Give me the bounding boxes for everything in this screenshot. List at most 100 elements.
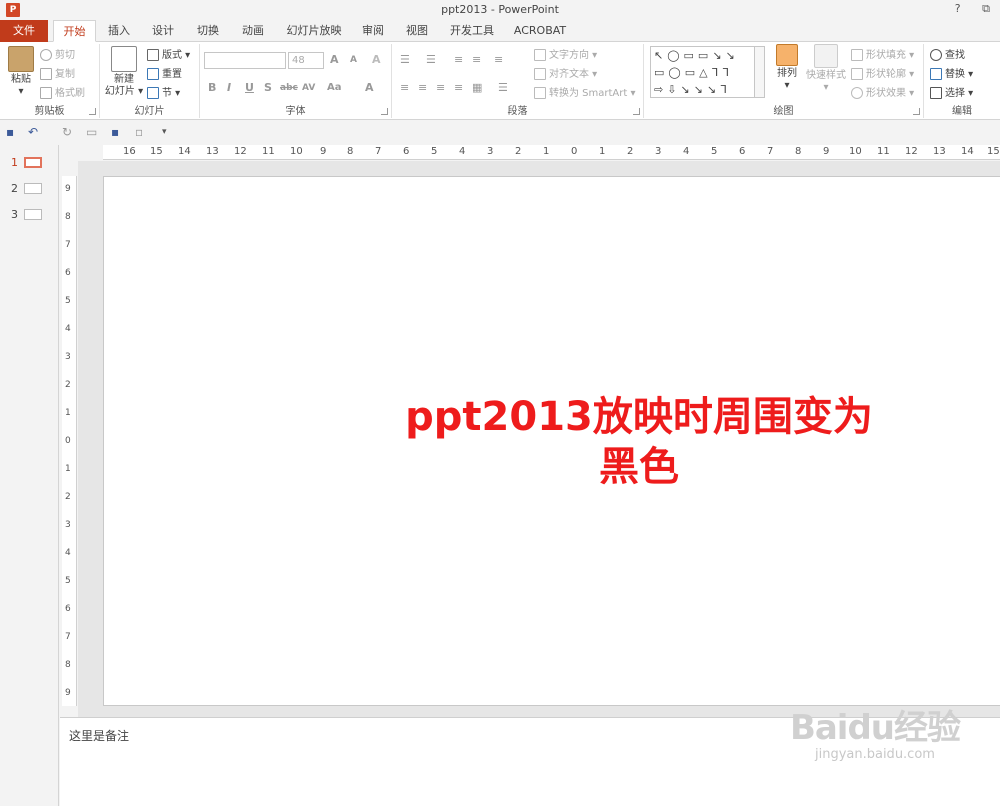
paragraph-launcher-icon[interactable]	[633, 108, 640, 115]
tab-acrobat[interactable]: ACROBAT	[508, 20, 572, 42]
slide-title-line-2: 黑色	[599, 444, 679, 490]
smartart-button[interactable]: 转换为 SmartArt ▾	[534, 86, 636, 102]
ribbon: 粘贴 ▾ 剪切 复制 格式刷 剪贴板 新建 幻灯片 ▾ 版式 ▾ 重置 节 ▾ 幻灯…	[0, 42, 1000, 120]
arrange-button[interactable]: 排列 ▾	[770, 44, 804, 92]
tab-design[interactable]: 设计	[143, 20, 183, 42]
find-button[interactable]: 查找	[930, 48, 965, 64]
paste-label: 粘贴	[11, 74, 31, 85]
copy-format-icon[interactable]: ▫	[135, 125, 143, 139]
clipboard-launcher-icon[interactable]	[89, 108, 96, 115]
italic-button[interactable]: I	[227, 81, 231, 94]
shapes-row-2[interactable]: ▭◯▭△ᒣᒣ	[654, 64, 754, 81]
tab-animations[interactable]: 动画	[233, 20, 273, 42]
bullets-icon[interactable]: ☰	[400, 53, 410, 66]
slide-title-textbox[interactable]: ppt2013放映时周围变为 黑色	[384, 392, 894, 492]
slide-thumbnail-2[interactable]	[24, 183, 42, 194]
reset-button[interactable]: 重置	[147, 67, 182, 83]
tab-transitions[interactable]: 切换	[188, 20, 228, 42]
cut-button[interactable]: 剪切	[40, 48, 75, 64]
undo-icon[interactable]: ↶	[28, 125, 38, 139]
quick-styles-button[interactable]: 快速样式 ▾	[804, 44, 848, 94]
h-ruler-tick: 7	[767, 146, 774, 157]
h-ruler-tick: 6	[403, 146, 410, 157]
start-slideshow-icon[interactable]: ▭	[86, 125, 97, 139]
font-name-input[interactable]	[204, 52, 286, 69]
align-text-button[interactable]: 对齐文本 ▾	[534, 67, 597, 83]
paragraph-group-label: 段落	[507, 106, 528, 117]
select-button[interactable]: 选择 ▾	[930, 86, 973, 102]
grow-font-icon[interactable]: A	[330, 53, 339, 66]
cursor-icon	[930, 87, 942, 99]
h-ruler-tick: 11	[262, 146, 275, 157]
restore-icon[interactable]: ⧉	[982, 2, 990, 16]
shapes-gallery-scroll[interactable]	[755, 46, 765, 98]
h-ruler-tick: 8	[795, 146, 802, 157]
shrink-font-icon[interactable]: A	[350, 55, 357, 65]
redo-icon[interactable]: ↻	[62, 125, 72, 139]
line-spacing-icon[interactable]: ≡	[494, 53, 503, 66]
v-ruler-tick: 1	[65, 408, 71, 418]
h-ruler-tick: 10	[849, 146, 862, 157]
shapes-row-1[interactable]: ↖◯▭▭↘↘	[654, 47, 754, 64]
slide-canvas[interactable]: ppt2013放映时周围变为 黑色	[103, 176, 1000, 706]
customize-qat-icon[interactable]: ▾	[162, 127, 167, 137]
shapes-row-3[interactable]: ⇨⇩↘↘↘ᒣ	[654, 81, 754, 97]
underline-button[interactable]: U	[245, 81, 254, 94]
font-color-button[interactable]: A	[365, 81, 374, 94]
tab-review[interactable]: 审阅	[355, 20, 391, 42]
increase-indent-icon[interactable]: ≡	[472, 53, 481, 66]
layout-icon	[147, 49, 159, 61]
shapes-gallery[interactable]: ↖◯▭▭↘↘ ▭◯▭△ᒣᒣ ⇨⇩↘↘↘ᒣ	[650, 46, 755, 98]
shape-outline-button[interactable]: 形状轮廓 ▾	[851, 67, 914, 83]
tab-file[interactable]: 文件	[0, 20, 48, 42]
bold-button[interactable]: B	[208, 81, 216, 94]
change-case-button[interactable]: Aa	[327, 82, 342, 93]
distribute-icon[interactable]: ▦	[472, 81, 482, 94]
replace-button[interactable]: 替换 ▾	[930, 67, 973, 83]
horizontal-ruler[interactable]: 16 15 14 13 12 11 10 9 8 7 6 5 4 3 2 1 0…	[103, 145, 1000, 160]
decrease-indent-icon[interactable]: ≡	[454, 53, 463, 66]
numbering-icon[interactable]: ☰	[426, 53, 436, 66]
save-as-icon[interactable]: ▪	[111, 125, 119, 139]
align-text-label: 对齐文本	[549, 69, 589, 80]
justify-icon[interactable]: ≡	[454, 81, 463, 94]
format-painter-button[interactable]: 格式刷	[40, 86, 85, 102]
v-ruler-tick: 1	[65, 464, 71, 474]
columns-icon[interactable]: ☰	[498, 81, 508, 94]
smartart-label: 转换为 SmartArt	[549, 88, 628, 99]
slide-thumbnail-3[interactable]	[24, 209, 42, 220]
save-icon[interactable]: ▪	[6, 125, 14, 139]
align-right-icon[interactable]: ≡	[436, 81, 445, 94]
text-direction-button[interactable]: 文字方向 ▾	[534, 48, 597, 64]
tab-developer[interactable]: 开发工具	[443, 20, 501, 42]
shape-outline-label: 形状轮廓	[866, 69, 906, 80]
tab-slideshow[interactable]: 幻灯片放映	[280, 20, 348, 42]
tab-home[interactable]: 开始	[53, 20, 96, 42]
vertical-ruler[interactable]: 9 8 7 6 5 4 3 2 1 0 1 2 3 4 5 6 7 8 9	[62, 176, 77, 706]
copy-button[interactable]: 复制	[40, 67, 75, 83]
clear-format-icon[interactable]: A	[372, 53, 381, 66]
shape-effects-button[interactable]: 形状效果 ▾	[851, 86, 914, 102]
font-size-input[interactable]: 48	[288, 52, 324, 69]
tab-view[interactable]: 视图	[398, 20, 436, 42]
tab-insert[interactable]: 插入	[100, 20, 138, 42]
help-icon[interactable]: ?	[955, 2, 961, 15]
shadow-button[interactable]: S	[264, 81, 272, 94]
window-controls: ? ⧉	[937, 2, 990, 16]
align-left-icon[interactable]: ≡	[400, 81, 409, 94]
section-button[interactable]: 节 ▾	[147, 86, 180, 102]
shape-fill-button[interactable]: 形状填充 ▾	[851, 48, 914, 64]
layout-button[interactable]: 版式 ▾	[147, 48, 190, 64]
paste-button[interactable]: 粘贴 ▾	[6, 46, 36, 98]
char-spacing-button[interactable]: AV	[302, 83, 315, 93]
slides-group-label: 幻灯片	[134, 106, 165, 117]
new-slide-label-1: 新建	[114, 74, 134, 85]
v-ruler-tick: 3	[65, 520, 71, 530]
h-ruler-tick: 1	[599, 146, 606, 157]
align-center-icon[interactable]: ≡	[418, 81, 427, 94]
drawing-launcher-icon[interactable]	[913, 108, 920, 115]
new-slide-button[interactable]: 新建 幻灯片 ▾	[104, 46, 144, 98]
slide-thumbnail-1[interactable]	[24, 157, 42, 168]
font-launcher-icon[interactable]	[381, 108, 388, 115]
strikethrough-button[interactable]: abc	[280, 83, 298, 93]
